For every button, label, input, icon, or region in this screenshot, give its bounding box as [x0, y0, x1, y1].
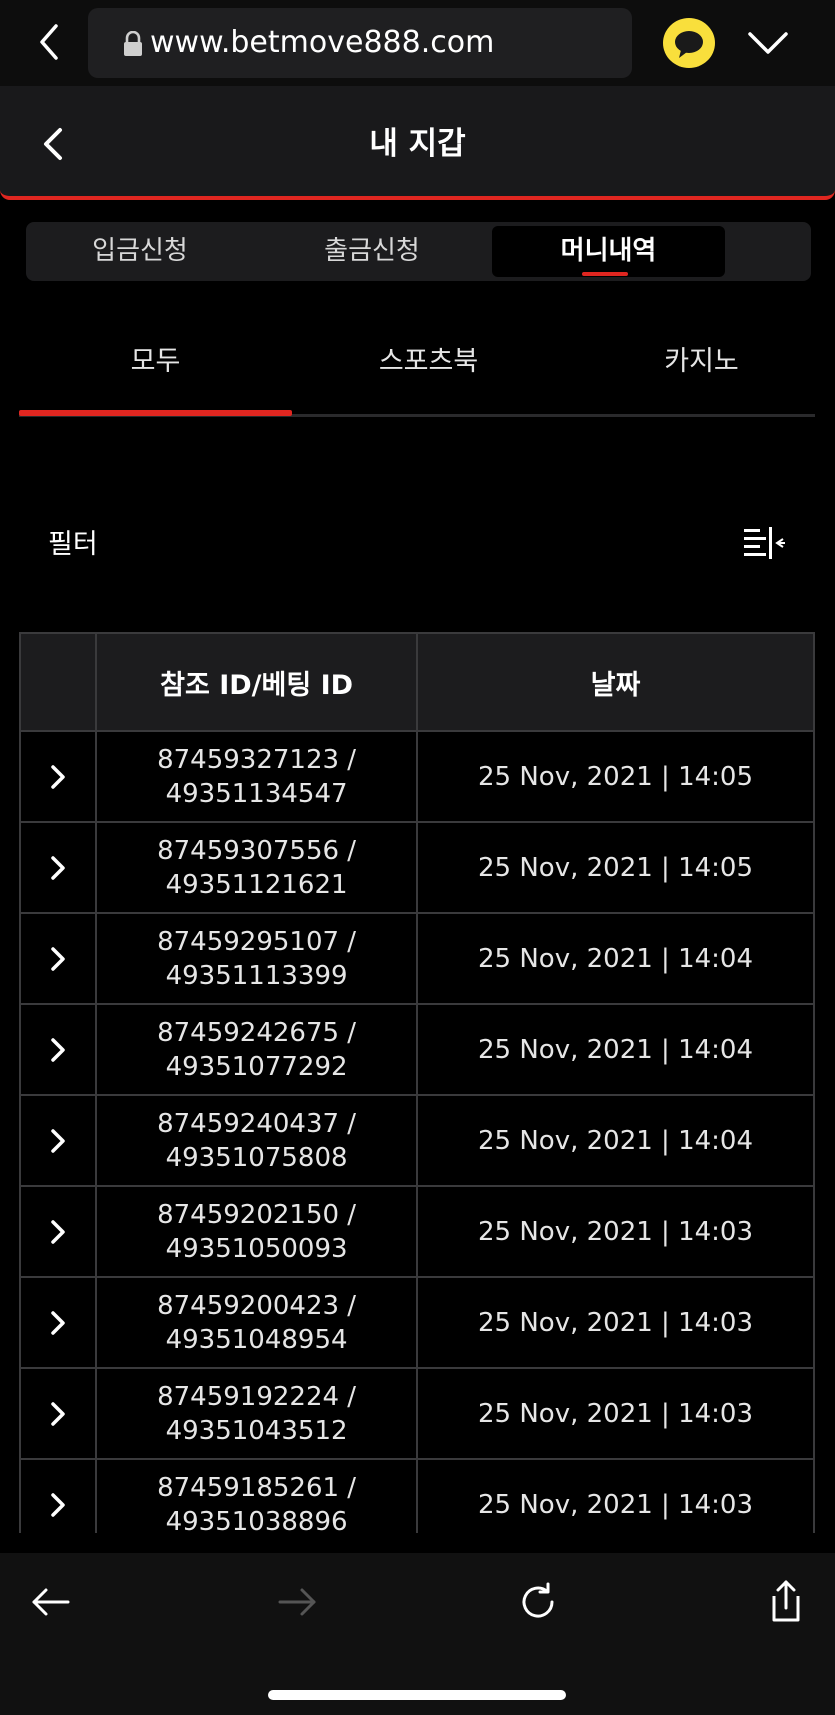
ref-id: 87459295107 / [157, 926, 357, 957]
row-expand-cell[interactable] [19, 1458, 98, 1533]
bet-id: 49351043512 [165, 1415, 348, 1446]
row-expand-cell[interactable] [19, 1185, 98, 1278]
chevron-right-icon [51, 1401, 65, 1426]
bet-id: 49351121621 [165, 869, 348, 900]
row-expand-cell[interactable] [19, 1003, 98, 1096]
tab-money-history[interactable]: 머니내역 [492, 226, 725, 277]
subtab-all[interactable]: 모두 [19, 340, 292, 384]
ref-id: 87459307556 / [157, 835, 357, 866]
subtab-sportsbook[interactable]: 스포츠북 [292, 340, 565, 384]
ref-bet-id-cell: 87459200423 /49351048954 [95, 1276, 418, 1369]
bet-id: 49351134547 [165, 778, 348, 809]
tab-active-indicator [582, 272, 628, 276]
page-title: 내 지갑 [369, 126, 466, 162]
ref-bet-id-cell: 87459327123 /49351134547 [95, 730, 418, 823]
date-cell: 25 Nov, 2021 | 14:04 [415, 912, 815, 1005]
chevron-down-icon[interactable] [746, 28, 790, 58]
table-row[interactable]: 87459240437 /49351075808 25 Nov, 2021 | 1… [19, 1094, 815, 1187]
ref-id: 87459327123 / [157, 744, 357, 775]
date-cell: 25 Nov, 2021 | 14:03 [415, 1367, 815, 1460]
kakao-talk-icon[interactable] [663, 18, 715, 68]
tab-withdraw-request[interactable]: 출금신청 [270, 226, 474, 277]
date-cell: 25 Nov, 2021 | 14:03 [415, 1185, 815, 1278]
ref-bet-id-cell: 87459295107 /49351113399 [95, 912, 418, 1005]
ref-id: 87459202150 / [157, 1199, 357, 1230]
share-icon[interactable] [758, 1578, 806, 1626]
url-text[interactable]: www.betmove888.com [150, 22, 494, 64]
bet-id: 49351113399 [165, 960, 348, 991]
tab-deposit-request[interactable]: 입금신청 [38, 226, 242, 277]
table-row[interactable]: 87459202150 /49351050093 25 Nov, 2021 | 1… [19, 1185, 815, 1278]
ref-bet-id-cell: 87459307556 /49351121621 [95, 821, 418, 914]
table-header-row: 참조 ID/베팅 ID 날짜 [19, 632, 815, 732]
table-row[interactable]: 87459307556 /49351121621 25 Nov, 2021 | 1… [19, 821, 815, 914]
ref-id: 87459192224 / [157, 1381, 357, 1412]
arrow-right-icon [272, 1578, 320, 1626]
bet-id: 49351038896 [165, 1506, 348, 1534]
ref-bet-id-cell: 87459240437 /49351075808 [95, 1094, 418, 1187]
arrow-left-icon[interactable] [28, 1578, 76, 1626]
table-row[interactable]: 87459327123 /49351134547 25 Nov, 2021 | 1… [19, 730, 815, 823]
lock-icon [122, 30, 144, 57]
column-header-ref-id: 참조 ID/베팅 ID [95, 632, 418, 732]
row-expand-cell[interactable] [19, 1276, 98, 1369]
ref-bet-id-cell: 87459202150 /49351050093 [95, 1185, 418, 1278]
row-expand-cell[interactable] [19, 1094, 98, 1187]
transaction-table: 참조 ID/베팅 ID 날짜 87459327123 /49351134547 2… [19, 632, 815, 1533]
chevron-right-icon [51, 1037, 65, 1062]
chevron-right-icon [51, 855, 65, 880]
row-expand-cell[interactable] [19, 730, 98, 823]
bet-id: 49351048954 [165, 1324, 348, 1355]
bet-id: 49351075808 [165, 1142, 348, 1173]
subtab-casino[interactable]: 카지노 [565, 340, 835, 384]
ref-id: 87459200423 / [157, 1290, 357, 1321]
chevron-right-icon [51, 946, 65, 971]
browser-back-icon[interactable] [30, 20, 70, 64]
date-cell: 25 Nov, 2021 | 14:04 [415, 1094, 815, 1187]
date-cell: 25 Nov, 2021 | 14:03 [415, 1458, 815, 1533]
table-row[interactable]: 87459242675 /49351077292 25 Nov, 2021 | 1… [19, 1003, 815, 1096]
ref-id: 87459242675 / [157, 1017, 357, 1048]
ref-bet-id-cell: 87459185261 / 49351038896 [95, 1458, 418, 1534]
column-header-date: 날짜 [415, 632, 815, 732]
bet-id: 49351050093 [165, 1233, 348, 1264]
reload-icon[interactable] [514, 1578, 562, 1626]
chevron-right-icon [51, 1219, 65, 1244]
ref-bet-id-cell: 87459242675 /49351077292 [95, 1003, 418, 1096]
date-cell: 25 Nov, 2021 | 14:05 [415, 821, 815, 914]
row-expand-cell[interactable] [19, 821, 98, 914]
table-row[interactable]: 87459295107 /49351113399 25 Nov, 2021 | 1… [19, 912, 815, 1005]
chevron-right-icon [51, 1492, 65, 1517]
ref-id: 87459240437 / [157, 1108, 357, 1139]
date-cell: 25 Nov, 2021 | 14:05 [415, 730, 815, 823]
table-row[interactable]: 87459200423 /49351048954 25 Nov, 2021 | 1… [19, 1276, 815, 1369]
ref-id: 87459185261 / [157, 1472, 357, 1503]
home-indicator [268, 1690, 566, 1700]
row-expand-cell[interactable] [19, 1367, 98, 1460]
ref-bet-id-cell: 87459192224 /49351043512 [95, 1367, 418, 1460]
filter-sort-icon[interactable] [742, 525, 786, 561]
chevron-right-icon [51, 764, 65, 789]
date-cell: 25 Nov, 2021 | 14:03 [415, 1276, 815, 1369]
column-header-expand [19, 632, 98, 732]
chevron-right-icon [51, 1310, 65, 1335]
subtab-active-indicator [19, 410, 292, 416]
row-expand-cell[interactable] [19, 912, 98, 1005]
chevron-right-icon [51, 1128, 65, 1153]
filter-label[interactable]: 필터 [48, 525, 98, 565]
table-row[interactable]: 87459185261 / 49351038896 25 Nov, 2021 | 1… [19, 1458, 815, 1534]
date-cell: 25 Nov, 2021 | 14:04 [415, 1003, 815, 1096]
table-row[interactable]: 87459192224 /49351043512 25 Nov, 2021 | 1… [19, 1367, 815, 1460]
bet-id: 49351077292 [165, 1051, 348, 1082]
